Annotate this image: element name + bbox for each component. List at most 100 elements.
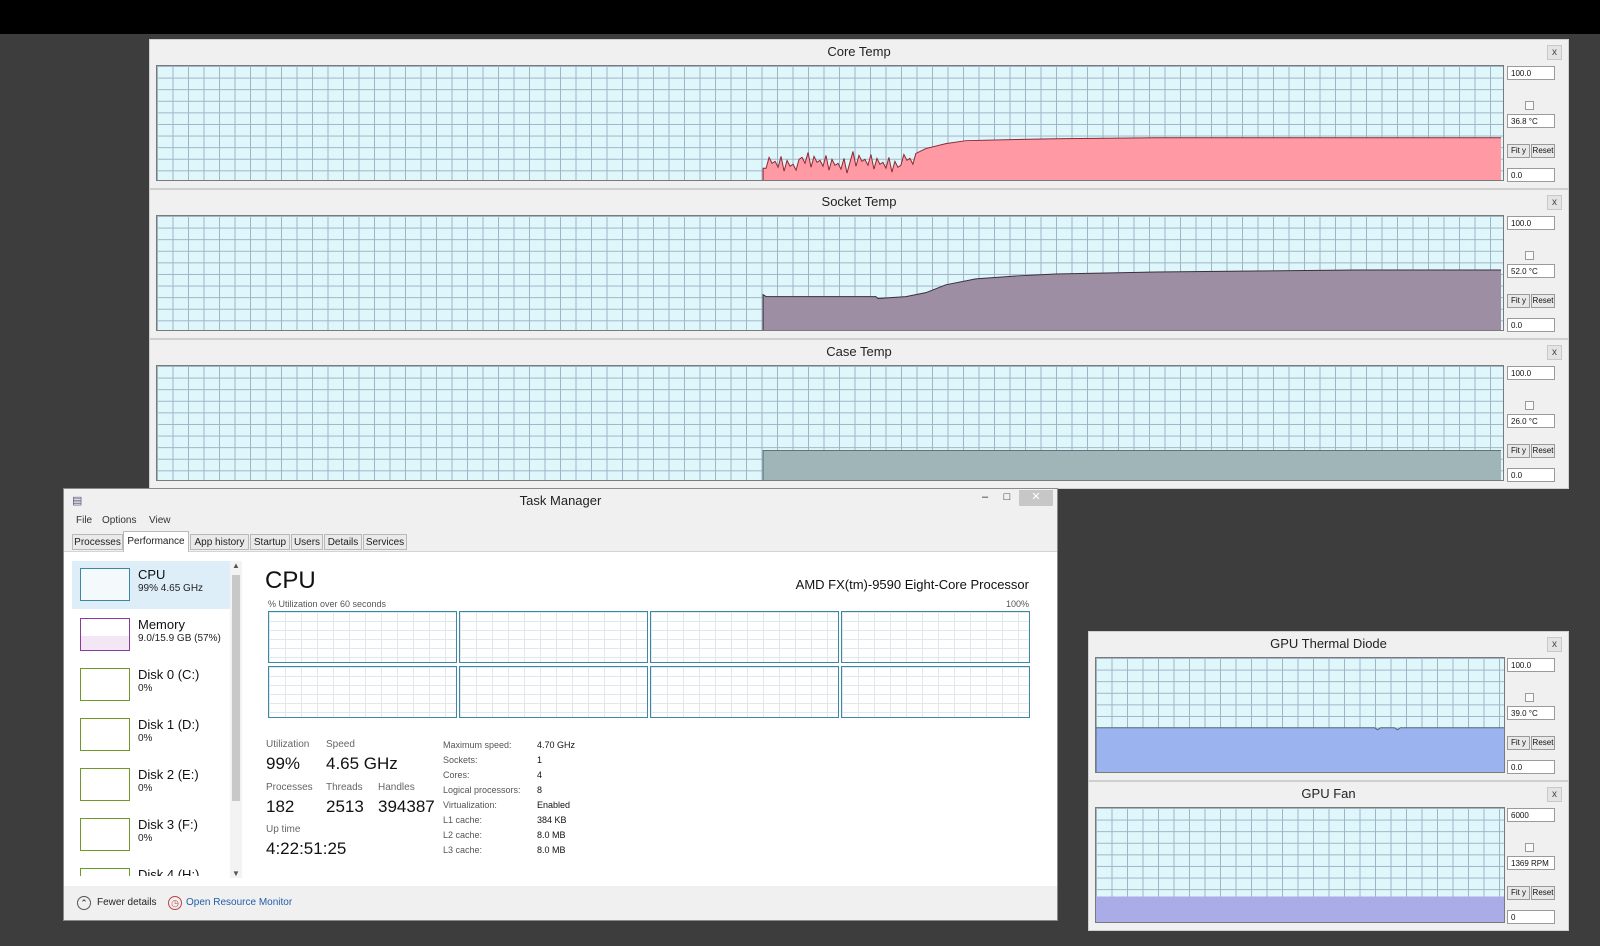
resource-disk-0[interactable]: Disk 0 (C:) 0% (72, 661, 230, 709)
reset-button[interactable]: Reset (1531, 736, 1555, 750)
resource-name: Disk 4 (H:) (138, 867, 200, 876)
resource-name: Disk 1 (D:) (138, 717, 200, 732)
chevron-up-icon[interactable]: ⌃ (77, 896, 91, 910)
min-field[interactable]: 0.0 (1507, 318, 1555, 332)
menu-file[interactable]: File (76, 515, 92, 526)
spec-value: 8.0 MB (537, 845, 566, 855)
close-button[interactable]: ✕ (1019, 490, 1053, 506)
close-button[interactable]: x (1547, 787, 1562, 802)
fit-y-button[interactable]: Fit y (1507, 736, 1530, 750)
reset-button[interactable]: Reset (1531, 444, 1555, 458)
min-field[interactable]: 0.0 (1507, 468, 1555, 482)
auto-checkbox[interactable] (1525, 843, 1534, 852)
max-field[interactable]: 100.0 (1507, 216, 1555, 230)
processes-value: 182 (266, 797, 295, 816)
reset-button[interactable]: Reset (1531, 886, 1555, 900)
resource-monitor-icon[interactable]: ◷ (168, 896, 182, 910)
resource-disk-1[interactable]: Disk 1 (D:) 0% (72, 711, 230, 759)
top-black-bar (0, 0, 1600, 34)
case-temp-graph-svg (762, 450, 1502, 480)
disk-thumbnail (80, 718, 130, 751)
resource-scrollbar[interactable]: ▲ ▼ (230, 561, 242, 878)
close-button[interactable]: x (1547, 45, 1562, 60)
close-button[interactable]: x (1547, 345, 1562, 360)
disk-thumbnail (80, 868, 130, 876)
max-field[interactable]: 100.0 (1507, 66, 1555, 80)
max-field[interactable]: 6000 (1507, 808, 1555, 822)
spec-value: 8 (537, 785, 543, 795)
core-temp-panel: Core Temp x 100.0 36.8 °C Fit y Reset 0.… (149, 39, 1569, 189)
spec-value: 1 (537, 755, 543, 765)
processes-label: Processes (266, 782, 313, 793)
fit-y-button[interactable]: Fit y (1507, 294, 1530, 308)
fit-y-button[interactable]: Fit y (1507, 144, 1530, 158)
spec-label: Cores: (443, 770, 470, 780)
current-value: 26.0 °C (1507, 414, 1555, 428)
tab-details[interactable]: Details (324, 534, 362, 550)
fit-y-button[interactable]: Fit y (1507, 886, 1530, 900)
open-resource-monitor-link[interactable]: Open Resource Monitor (186, 897, 292, 908)
socket-temp-graph-svg (762, 269, 1502, 330)
auto-checkbox[interactable] (1525, 251, 1534, 260)
max-field[interactable]: 100.0 (1507, 658, 1555, 672)
resource-value: 0% (138, 833, 153, 844)
tab-performance[interactable]: Performance (123, 531, 189, 552)
reset-button[interactable]: Reset (1531, 294, 1555, 308)
resource-list: CPU 99% 4.65 GHz Memory 9.0/15.9 GB (57%… (72, 561, 242, 876)
tab-app-history[interactable]: App history (190, 534, 249, 550)
title-bar[interactable]: ▤ Task Manager – □ ✕ (64, 489, 1057, 513)
disk-thumbnail (80, 818, 130, 851)
page-title: CPU (265, 567, 316, 594)
resource-disk-4[interactable]: Disk 4 (H:) (72, 861, 230, 876)
resource-value: 0% (138, 733, 153, 744)
speed-value: 4.65 GHz (326, 754, 398, 773)
tab-processes[interactable]: Processes (72, 534, 123, 550)
max-field[interactable]: 100.0 (1507, 366, 1555, 380)
min-field[interactable]: 0 (1507, 910, 1555, 924)
resource-cpu[interactable]: CPU 99% 4.65 GHz (72, 561, 230, 609)
core-graph-7 (650, 666, 839, 718)
reset-button[interactable]: Reset (1531, 144, 1555, 158)
spec-value: 4.70 GHz (537, 740, 576, 750)
min-field[interactable]: 0.0 (1507, 760, 1555, 774)
menu-bar: File Options View (64, 513, 1057, 531)
case-temp-graph (156, 365, 1504, 481)
resource-disk-3[interactable]: Disk 3 (F:) 0% (72, 811, 230, 859)
tab-startup[interactable]: Startup (250, 534, 290, 550)
menu-view[interactable]: View (149, 515, 171, 526)
fit-y-button[interactable]: Fit y (1507, 444, 1530, 458)
resource-memory[interactable]: Memory 9.0/15.9 GB (57%) (72, 611, 230, 659)
menu-options[interactable]: Options (102, 515, 136, 526)
tab-users[interactable]: Users (291, 534, 323, 550)
resource-disk-2[interactable]: Disk 2 (E:) 0% (72, 761, 230, 809)
spec-label: Virtualization: (443, 800, 497, 810)
core-graph-3 (650, 611, 839, 663)
auto-checkbox[interactable] (1525, 693, 1534, 702)
scrollbar-thumb[interactable] (232, 575, 240, 801)
auto-checkbox[interactable] (1525, 101, 1534, 110)
socket-temp-area (763, 270, 1502, 330)
scroll-down-icon[interactable]: ▼ (230, 869, 242, 878)
maximize-button[interactable]: □ (996, 490, 1018, 506)
core-graph-2 (459, 611, 648, 663)
tab-services[interactable]: Services (363, 534, 407, 550)
tab-bar: Processes Performance App history Startu… (64, 531, 1057, 552)
close-button[interactable]: x (1547, 637, 1562, 652)
auto-checkbox[interactable] (1525, 401, 1534, 410)
minimize-button[interactable]: – (974, 490, 996, 506)
spec-label: Sockets: (443, 755, 478, 765)
graph-label: % Utilization over 60 seconds (268, 599, 387, 609)
close-button[interactable]: x (1547, 195, 1562, 210)
panel-title: GPU Thermal Diode (1270, 636, 1387, 651)
core-temp-graph (156, 65, 1504, 181)
fewer-details-link[interactable]: Fewer details (97, 897, 156, 908)
gpu-thermal-diode-graph (1095, 657, 1505, 773)
current-value: 1369 RPM (1507, 856, 1555, 870)
min-field[interactable]: 0.0 (1507, 168, 1555, 182)
resource-name: Disk 2 (E:) (138, 767, 199, 782)
scroll-up-icon[interactable]: ▲ (230, 561, 242, 570)
disk-thumbnail (80, 768, 130, 801)
handles-value: 394387 (378, 797, 435, 816)
spec-value: 4 (537, 770, 543, 780)
core-graph-4 (841, 611, 1030, 663)
